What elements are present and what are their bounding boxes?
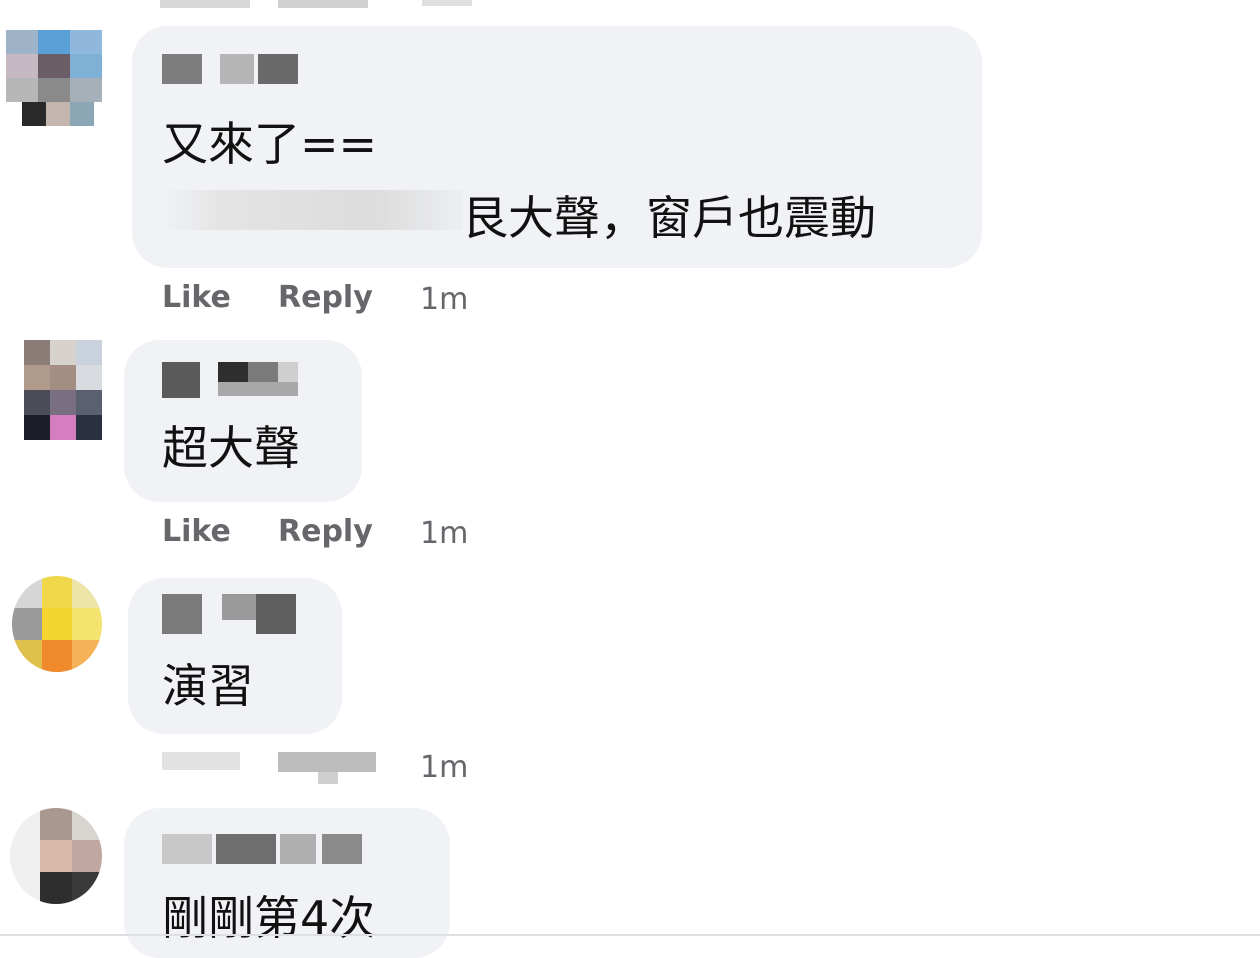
divider: [0, 934, 1260, 936]
reply-button-redacted: [318, 772, 338, 784]
like-button[interactable]: Like: [162, 280, 231, 315]
comment-text: 超大聲: [162, 421, 300, 475]
reply-button-redacted[interactable]: [278, 752, 376, 772]
reply-button[interactable]: Reply: [278, 280, 373, 315]
commenter-name-redacted[interactable]: [162, 358, 302, 398]
like-button-redacted[interactable]: [162, 752, 240, 770]
avatar[interactable]: [10, 808, 102, 904]
commenter-name-redacted[interactable]: [162, 594, 302, 634]
commenter-name-redacted[interactable]: [162, 50, 302, 86]
comment-timestamp[interactable]: 1m: [420, 516, 468, 551]
comment-text: 艮大聲，窗戶也震動: [462, 191, 876, 245]
previous-time-fragment: [422, 0, 472, 6]
previous-action-fragment: [160, 0, 250, 8]
like-button[interactable]: Like: [162, 514, 231, 549]
avatar[interactable]: [24, 340, 102, 440]
commenter-name-redacted[interactable]: [162, 830, 362, 866]
comment-timestamp[interactable]: 1m: [420, 750, 468, 785]
comment-text: 剛剛第4次: [162, 891, 376, 945]
pikachu-avatar[interactable]: [12, 576, 102, 672]
comment-text: 又來了==: [162, 117, 378, 171]
avatar[interactable]: [6, 30, 102, 126]
reply-button[interactable]: Reply: [278, 514, 373, 549]
comment-text: 演習: [162, 659, 254, 713]
previous-action-fragment: [278, 0, 368, 8]
redacted-text: [162, 190, 462, 230]
comment-timestamp[interactable]: 1m: [420, 282, 468, 317]
